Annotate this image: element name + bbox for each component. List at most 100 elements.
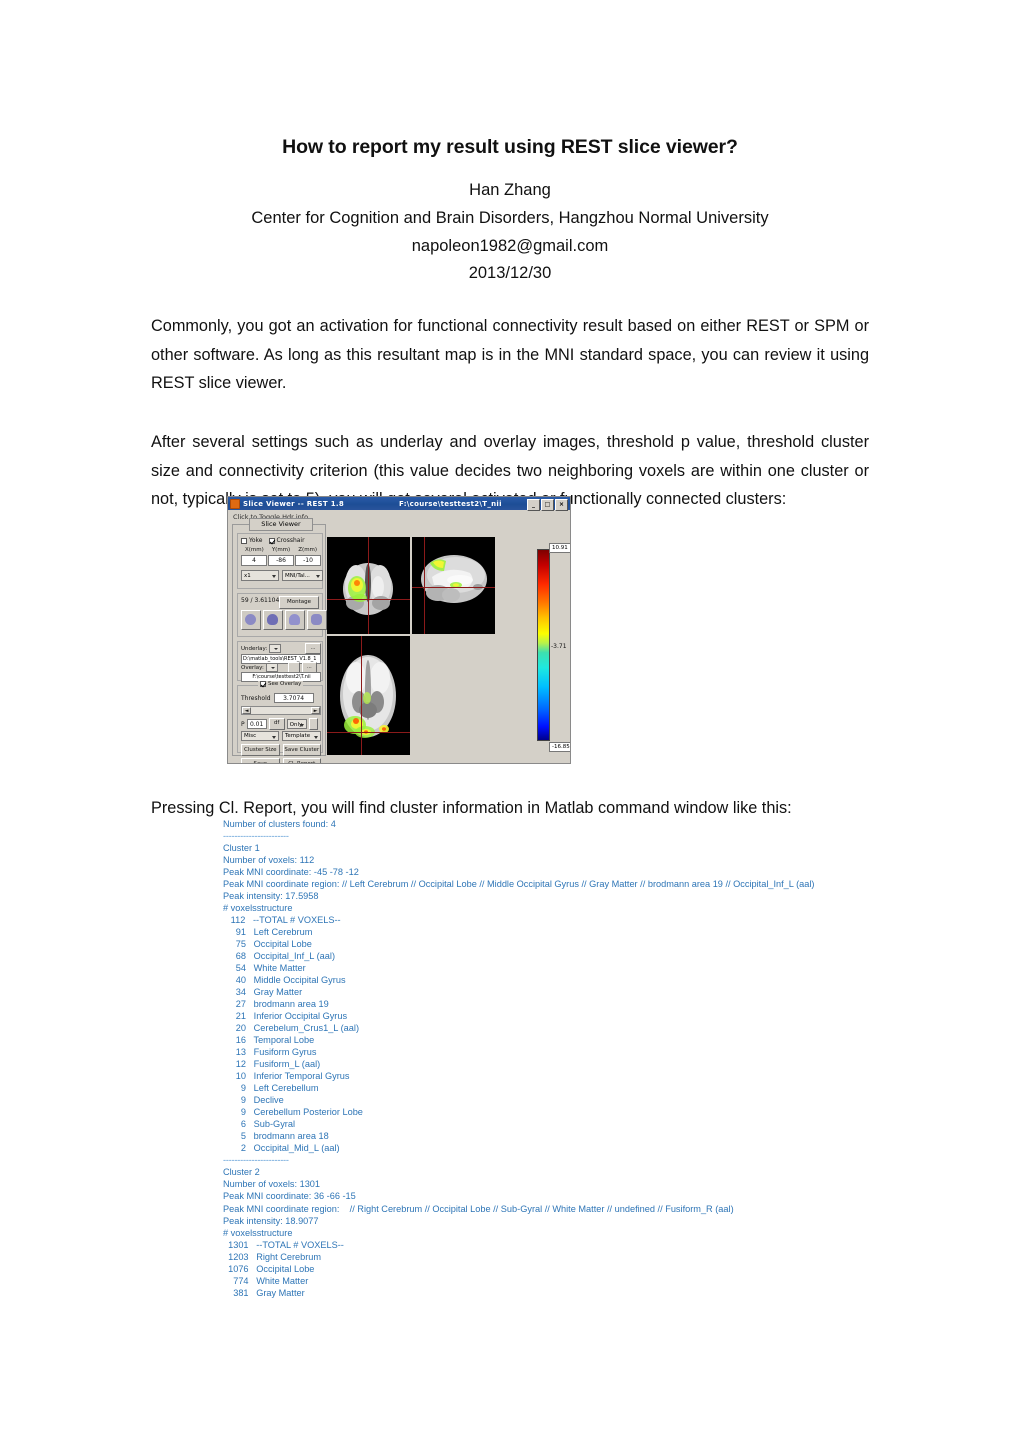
save-clusters-button[interactable]: Save Clusters <box>241 758 280 763</box>
voxel-row: 27 brodmann area 19 <box>223 999 329 1010</box>
overlay-label: Overlay: <box>241 664 264 671</box>
y-input[interactable]: -86 <box>268 555 294 566</box>
voxel-row: 1076 Occipital Lobe <box>223 1263 315 1274</box>
yoke-checkbox[interactable]: Yoke <box>241 537 263 544</box>
app-window-path: F:\course\testtest2\T_nii <box>399 499 502 508</box>
minimize-button[interactable]: _ <box>527 498 540 511</box>
window-controls: _ □ × <box>527 498 568 511</box>
voxel-row: 20 Cerebelum_Crus1_L (aal) <box>223 1023 360 1034</box>
underlay-label: Underlay: <box>241 645 268 652</box>
voxel-row: 68 Occipital_Inf_L (aal) <box>223 951 336 962</box>
cl-report-button[interactable]: Cl. Report <box>282 758 321 763</box>
voxel-row: 9 Left Cerebellum <box>223 1083 319 1094</box>
intro-paragraph: Commonly, you got an activation for func… <box>151 317 869 392</box>
yoke-label: Yoke <box>249 537 263 544</box>
save-cluster-button[interactable]: Save Cluster <box>282 744 321 756</box>
console-line: Peak MNI coordinate: -45 -78 -12 <box>223 867 359 878</box>
console-line: Peak intensity: 18.9077 <box>223 1215 319 1226</box>
console-separator: ----------------------- <box>223 831 289 842</box>
voxel-row: 9 Declive <box>223 1095 284 1106</box>
view-orientation-buttons <box>241 610 327 630</box>
cluster-buttons-row-2: Save Clusters Cl. Report <box>241 758 321 763</box>
author-email: napoleon1982@gmail.com <box>411 237 609 255</box>
crosshair-vertical <box>368 537 369 634</box>
extra-button[interactable] <box>308 718 318 730</box>
threshold-label: Threshold <box>241 694 271 702</box>
p-label: P <box>241 720 245 728</box>
underlay-row: Underlay: ... <box>241 643 321 654</box>
maximize-button[interactable]: □ <box>541 498 554 511</box>
underlay-overlay-group: Underlay: ... D:\matlab_tools\REST_V1.8_… <box>237 641 323 682</box>
misc-template-row: Misc Template <box>241 731 321 741</box>
x-input[interactable]: 4 <box>241 555 267 566</box>
z-input[interactable]: -10 <box>295 555 321 566</box>
axial-slice-view[interactable] <box>327 636 410 755</box>
x-label: X(mm) <box>244 547 264 553</box>
montage-group: 59 / 3.61104 Montage <box>237 593 327 637</box>
crosshair-vertical <box>361 636 362 755</box>
only-select[interactable]: Only <box>286 719 307 729</box>
voxel-row: 9 Cerebellum Posterior Lobe <box>223 1107 363 1118</box>
affiliation: Center for Cognition and Brain Disorders… <box>251 209 769 227</box>
space-select[interactable]: MNI/Tal... <box>282 570 323 581</box>
console-line: # voxelsstructure <box>223 903 293 914</box>
voxel-row: 1203 Right Cerebrum <box>223 1251 322 1262</box>
voxel-row: 381 Gray Matter <box>223 1287 305 1298</box>
voxel-row: 12 Fusiform_L (aal) <box>223 1059 321 1070</box>
app-titlebar: Slice Viewer -- REST 1.8 F:\course\testt… <box>228 497 570 511</box>
voxel-row: 2 Occipital_Mid_L (aal) <box>223 1143 340 1154</box>
slice-intensity-readout: 59 / 3.61104 <box>241 597 280 604</box>
page-title: How to report my result using REST slice… <box>282 136 738 158</box>
coronal-view-icon[interactable] <box>285 610 305 630</box>
threshold-input[interactable]: 3.7074 <box>273 693 314 703</box>
y-label: Y(mm) <box>271 547 291 553</box>
axial-brain-render <box>327 636 410 755</box>
console-line-cluster1-header: Cluster 1 <box>223 843 260 854</box>
p-value-input[interactable]: 0.01 <box>246 719 267 729</box>
underlay-browse-button[interactable]: ... <box>305 643 321 654</box>
overlay-select[interactable] <box>265 663 278 672</box>
voxel-row: 54 White Matter <box>223 963 306 974</box>
checkbox-box <box>260 681 266 687</box>
slider-left-arrow[interactable]: ◄ <box>242 707 251 714</box>
sagittal-slice-view[interactable] <box>412 537 495 634</box>
voxel-row: 21 Inferior Occipital Gyrus <box>223 1011 348 1022</box>
author-name: Han Zhang <box>469 181 551 199</box>
close-button[interactable]: × <box>555 498 568 511</box>
coordinate-group: Yoke Crosshair X(mm) Y(mm) Z(mm) 4 -86 -… <box>237 533 323 589</box>
sagittal-view-icon[interactable] <box>263 610 283 630</box>
console-separator: ----------------------- <box>223 1155 289 1166</box>
coordinate-labels: X(mm) Y(mm) Z(mm) <box>241 547 321 553</box>
see-overlay-label: See Overlay <box>268 681 302 687</box>
underlay-select[interactable] <box>269 644 282 653</box>
app-icon <box>230 498 240 509</box>
template-select[interactable]: Template <box>282 731 321 741</box>
slider-right-arrow[interactable]: ► <box>311 707 320 714</box>
colorbar-gradient <box>537 549 550 741</box>
colorbar-mid-label: -3.71 <box>551 643 567 650</box>
voxel-row: 6 Sub-Gyral <box>223 1119 295 1130</box>
montage-button[interactable]: Montage <box>279 596 319 609</box>
axial-view-icon[interactable] <box>241 610 261 630</box>
multi-view-icon[interactable] <box>307 610 327 630</box>
voxel-row: 75 Occipital Lobe <box>223 939 312 950</box>
crosshair-vertical <box>424 537 425 634</box>
crosshair-checkbox[interactable]: Crosshair <box>268 537 305 544</box>
matlab-console-output: Number of clusters found: 4 ------------… <box>223 818 883 1299</box>
coronal-slice-view[interactable] <box>327 537 410 634</box>
console-line-region: Peak MNI coordinate region: // Left Cere… <box>223 879 815 890</box>
df-button[interactable]: df <box>268 718 285 730</box>
zoom-select[interactable]: x1 <box>241 570 279 581</box>
threshold-slider[interactable]: ◄ ► <box>241 706 321 715</box>
panel-tab-slice-viewer[interactable]: Slice Viewer <box>249 518 313 531</box>
colorbar-area: 10.91 -3.71 -16.85 <box>531 527 570 762</box>
see-overlay-checkbox[interactable]: See Overlay <box>258 681 304 687</box>
cluster-size-button[interactable]: Cluster Size <box>241 744 280 756</box>
voxel-row: 40 Middle Occipital Gyrus <box>223 975 346 986</box>
console-line: # voxelsstructure <box>223 1227 293 1238</box>
document-page: How to report my result using REST slice… <box>0 0 1020 1442</box>
console-line-cluster2-header: Cluster 2 <box>223 1167 260 1178</box>
checkbox-box <box>268 537 275 544</box>
threshold-row: Threshold 3.7074 <box>241 693 321 703</box>
misc-select[interactable]: Misc <box>241 731 279 741</box>
